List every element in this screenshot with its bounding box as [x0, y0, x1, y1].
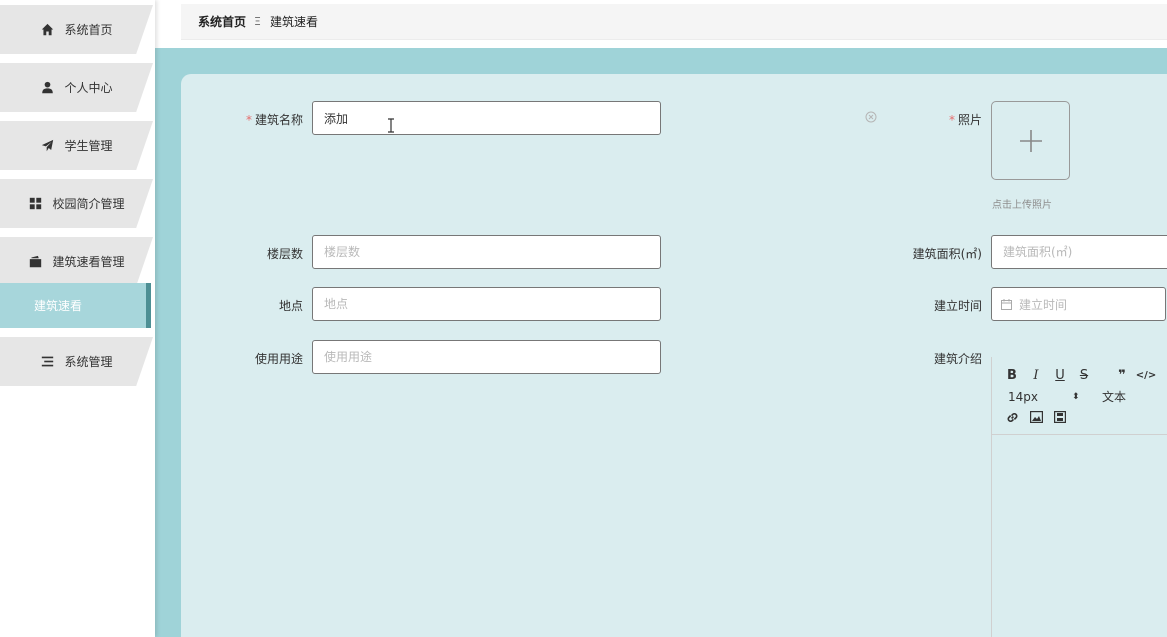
sidebar-item-label: 个人中心 [64, 81, 113, 95]
editor-toolbar-row-3 [1000, 408, 1072, 426]
sidebar-item-student-management[interactable]: 学生管理 [0, 121, 153, 170]
floors-input[interactable] [312, 235, 661, 269]
sidebar-item-system-management[interactable]: 系统管理 [0, 337, 153, 386]
italic-button[interactable]: I [1024, 366, 1048, 384]
sidebar-item-personal-center[interactable]: 个人中心 [0, 63, 153, 112]
sidebar-item-campus-intro-management[interactable]: 校园简介管理 [0, 179, 153, 228]
building-name-input[interactable] [312, 101, 661, 135]
video-icon[interactable] [1048, 408, 1072, 426]
breadcrumb-current: 建筑速看 [269, 15, 318, 29]
time-placeholder: 建立时间 [1019, 297, 1068, 312]
sidebar-item-label: 系统管理 [64, 355, 113, 369]
location-label: 地点 [278, 299, 303, 313]
sidebar-item-building-overview-management[interactable]: 建筑速看管理 [0, 237, 153, 286]
sidebar-subitem-label: 建筑速看 [34, 299, 83, 313]
area-input[interactable] [991, 235, 1167, 269]
editor-divider [992, 434, 1167, 435]
underline-button[interactable]: U [1048, 366, 1072, 384]
floors-label: 楼层数 [266, 247, 303, 261]
sidebar-item-label: 校园简介管理 [52, 197, 125, 211]
wallet-icon [28, 255, 42, 269]
grid-icon [28, 197, 42, 211]
upload-tip: 点击上传照片 [992, 200, 1052, 211]
home-icon [40, 23, 54, 37]
bold-button[interactable]: B [1000, 366, 1024, 384]
building-name-label: * 建筑名称 [245, 113, 303, 127]
link-icon[interactable] [1000, 408, 1024, 426]
user-icon [40, 81, 54, 95]
sidebar-subitem-building-overview[interactable]: 建筑速看 [0, 283, 151, 328]
list-icon [40, 355, 54, 369]
sidebar: 系统首页 个人中心 学生管理 校园简介管理 建筑速看管理 建筑速看 系统管理 [0, 0, 155, 637]
text-cursor-icon [388, 118, 394, 133]
required-mark: * [948, 113, 955, 127]
sidebar-item-home[interactable]: 系统首页 [0, 5, 153, 54]
code-button[interactable]: </> [1134, 366, 1158, 384]
required-mark: * [245, 113, 252, 127]
select-arrows-icon: ⬍ [1072, 391, 1080, 402]
clear-icon[interactable] [865, 111, 877, 123]
send-icon [40, 139, 54, 153]
breadcrumb: 系统首页 Ξ 建筑速看 [181, 4, 1167, 40]
usage-input[interactable] [312, 340, 661, 374]
intro-label: 建筑介绍 [933, 352, 982, 366]
editor-toolbar-row-2: 14px ⬍ 文本 [1008, 388, 1126, 405]
plus-icon [1019, 129, 1042, 152]
usage-label: 使用用途 [254, 352, 303, 366]
sidebar-item-label: 学生管理 [64, 139, 113, 153]
image-icon[interactable] [1024, 408, 1048, 426]
font-size-select[interactable]: 14px [1008, 390, 1072, 404]
editor-toolbar-row-1: B I U S ❞ </> [1000, 366, 1158, 384]
breadcrumb-home[interactable]: 系统首页 [198, 13, 246, 30]
quote-button[interactable]: ❞ [1110, 366, 1134, 384]
time-label: 建立时间 [933, 299, 982, 313]
photo-upload-button[interactable] [991, 101, 1070, 180]
strike-button[interactable]: S [1072, 366, 1096, 384]
photo-label: * 照片 [948, 113, 982, 127]
rich-text-editor[interactable]: B I U S ❞ </> 14px ⬍ 文本 [991, 357, 1167, 637]
time-picker[interactable]: 建立时间 [991, 287, 1166, 321]
text-format-select[interactable]: 文本 [1102, 388, 1126, 405]
sidebar-item-label: 系统首页 [64, 23, 113, 37]
calendar-icon [1001, 298, 1012, 310]
sidebar-item-label: 建筑速看管理 [52, 255, 125, 269]
area-label: 建筑面积(㎡) [912, 247, 982, 261]
breadcrumb-separator: Ξ [254, 15, 261, 28]
location-input[interactable] [312, 287, 661, 321]
